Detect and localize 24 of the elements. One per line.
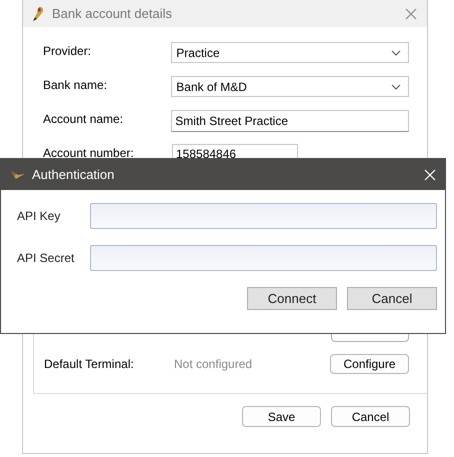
chevron-icon — [391, 84, 401, 90]
input-field[interactable] — [90, 203, 437, 229]
field-label: Account number: — [43, 145, 135, 160]
window-title: Bank account details — [52, 6, 173, 21]
dropdown[interactable]: Bank of M&D — [171, 76, 409, 97]
field-label: Default Terminal: — [44, 357, 135, 371]
configure-button[interactable]: Configure — [330, 354, 409, 374]
dialog-button[interactable]: Save — [242, 406, 321, 427]
field-label: Account name: — [43, 111, 124, 126]
field-label: Provider: — [43, 43, 92, 58]
dialog-button[interactable]: Connect — [247, 287, 337, 310]
dialog-button[interactable]: Cancel — [331, 406, 410, 427]
bird-icon — [31, 6, 45, 22]
field-label: API Secret — [17, 251, 76, 265]
dialog-button[interactable]: Cancel — [347, 287, 437, 310]
status-text: Not configured — [174, 357, 254, 371]
field-label: API Key — [17, 209, 62, 223]
chevron-icon — [391, 50, 401, 56]
dropdown[interactable]: Practice — [171, 42, 409, 63]
bird-icon — [10, 170, 26, 180]
field-label: Bank name: — [43, 77, 108, 92]
input-field[interactable] — [90, 245, 437, 271]
text-field[interactable]: Smith Street Practice — [171, 110, 409, 132]
dialog-title: Authentication — [32, 167, 116, 182]
